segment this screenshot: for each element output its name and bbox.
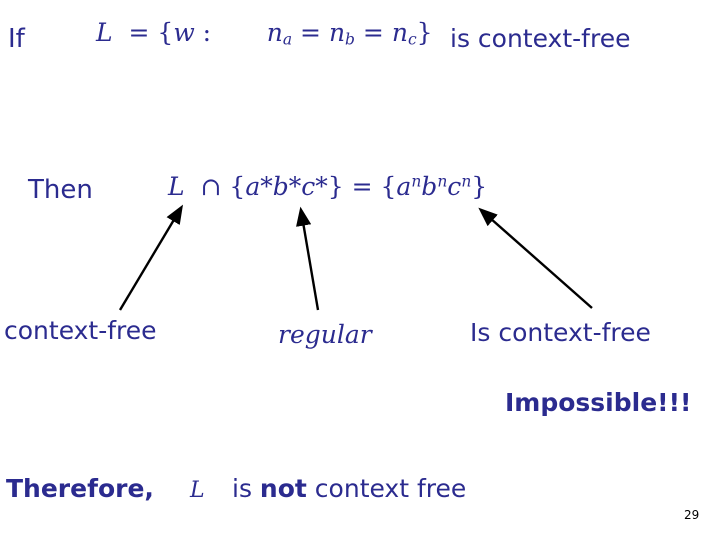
label-is-context-free: Is context-free [470,318,651,347]
label-impossible: Impossible!!! [505,388,692,417]
context-free-statement: is context-free [450,24,631,53]
conclusion-text: is not context free [232,474,466,503]
page-number: 29 [684,508,700,522]
slide-canvas: If L = {w : na = nb = nc} is context-fre… [0,0,720,540]
label-regular: regular [278,320,372,349]
then-label: Then [28,175,93,205]
if-label: If [8,24,25,54]
conclusion-text-after: context free [306,474,467,503]
conclusion-text-before: is [232,474,260,503]
therefore-label: Therefore, [6,474,154,503]
intersection-equation-formula: L ∩ {a*b*c*} = {anbncn} [168,172,488,201]
arrow-context-free [118,204,184,311]
language-definition-formula: L = {w : na = nb = nc} [96,18,433,49]
conclusion-emphasis: not [259,474,307,503]
conclusion-language-symbol: L [190,478,205,503]
label-context-free: context-free [4,316,157,345]
arrow-regular [296,206,320,311]
annotation-arrows-group [118,204,593,311]
arrow-is-context-free [478,207,593,309]
